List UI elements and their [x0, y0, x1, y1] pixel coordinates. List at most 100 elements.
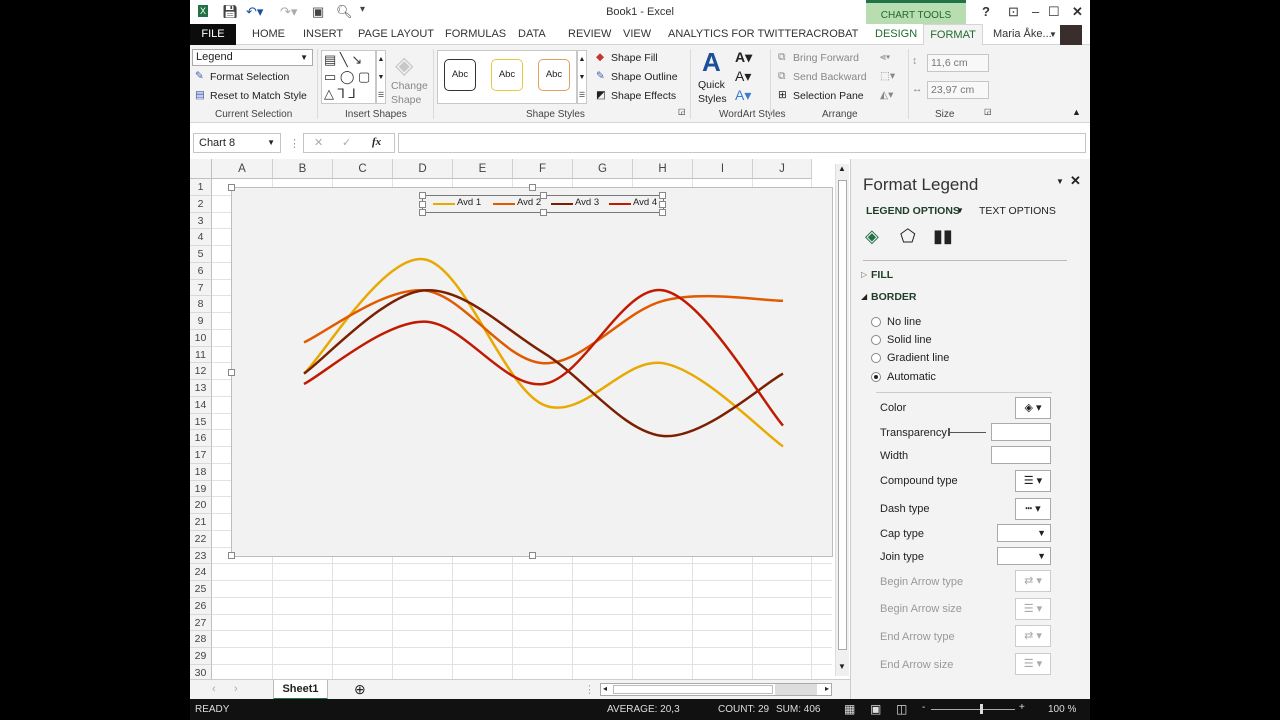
resize-handle[interactable] — [529, 184, 536, 191]
column-header-d[interactable]: D — [393, 159, 453, 179]
tab-legend-options[interactable]: LEGEND OPTIONS — [866, 205, 960, 217]
tab-review[interactable]: REVIEW — [568, 28, 611, 40]
row-header-27[interactable]: 27 — [190, 614, 212, 632]
ribbon-display-button[interactable]: ⊡ — [1008, 4, 1019, 20]
shape-fill-button[interactable]: Shape Fill — [611, 52, 658, 64]
legend-resize-handle[interactable] — [659, 192, 666, 199]
row-header-18[interactable]: 18 — [190, 463, 212, 481]
tab-formulas[interactable]: FORMULAS — [445, 28, 506, 40]
align-icon[interactable]: ⫷▾ — [880, 51, 890, 64]
select-all-button[interactable] — [190, 159, 212, 179]
page-break-view-icon[interactable]: ◫ — [896, 702, 907, 716]
row-header-1[interactable]: 1 — [190, 179, 212, 196]
shape-style-2[interactable]: Abc — [491, 59, 523, 91]
row-header-12[interactable]: 12 — [190, 363, 212, 380]
shape-style-1[interactable]: Abc — [444, 59, 476, 91]
chevron-down-icon[interactable]: ▼ — [956, 206, 964, 215]
row-header-5[interactable]: 5 — [190, 246, 212, 263]
chart-element-dropdown[interactable]: Legend ▼ — [192, 49, 313, 66]
border-section-header[interactable]: BORDER — [871, 291, 917, 303]
radio-no-line[interactable] — [871, 317, 881, 327]
resize-handle[interactable] — [228, 184, 235, 191]
legend-resize-handle[interactable] — [419, 192, 426, 199]
collapse-ribbon-icon[interactable]: ▲ — [1072, 107, 1081, 117]
row-header-9[interactable]: 9 — [190, 313, 212, 330]
join-type-dropdown[interactable]: ▼ — [997, 547, 1051, 565]
end-arrow-size-button[interactable]: ☰ ▾ — [1015, 653, 1051, 675]
legend-resize-handle[interactable] — [659, 209, 666, 216]
legend-resize-handle[interactable] — [419, 201, 426, 208]
normal-view-icon[interactable]: ▦ — [844, 702, 855, 716]
insert-function-button[interactable]: fx — [372, 136, 381, 148]
zoom-slider[interactable] — [931, 709, 1015, 710]
zoom-level[interactable]: 100 % — [1048, 704, 1076, 715]
enter-icon[interactable]: ✓ — [342, 136, 351, 149]
split-grip[interactable]: ⋮ — [584, 683, 595, 696]
solid-line-label[interactable]: Solid line — [887, 334, 932, 346]
quick-styles-button[interactable]: Quick — [698, 79, 725, 91]
size-launcher-icon[interactable]: ◲ — [984, 107, 992, 116]
column-header-c[interactable]: C — [333, 159, 393, 179]
vertical-scrollbar[interactable]: ▲ ▼ — [835, 164, 849, 676]
shapes-gallery-scroll[interactable]: ▲ ▼ ☰ — [376, 50, 386, 104]
begin-arrow-size-button[interactable]: ☰ ▾ — [1015, 598, 1051, 620]
effects-icon[interactable]: ⬠ — [900, 226, 916, 247]
legend-resize-handle[interactable] — [540, 209, 547, 216]
tab-home[interactable]: HOME — [252, 28, 285, 40]
fill-section-header[interactable]: FILL — [871, 269, 893, 281]
text-effects-icon[interactable]: A▾ — [735, 87, 751, 104]
width-input[interactable] — [991, 446, 1051, 464]
resize-handle[interactable] — [228, 369, 235, 376]
rotate-icon[interactable]: ◭▾ — [880, 89, 893, 101]
resize-handle[interactable] — [228, 552, 235, 559]
row-header-25[interactable]: 25 — [190, 581, 212, 598]
next-sheet-icon[interactable]: › — [234, 683, 238, 695]
user-account[interactable]: Maria Åke... — [993, 28, 1052, 40]
column-header-e[interactable]: E — [453, 159, 513, 179]
radio-solid-line[interactable] — [871, 335, 881, 345]
row-header-17[interactable]: 17 — [190, 447, 212, 464]
bring-forward-button[interactable]: Bring Forward — [793, 52, 859, 64]
row-header-11[interactable]: 11 — [190, 346, 212, 364]
row-header-19[interactable]: 19 — [190, 480, 212, 498]
chart-legend[interactable]: Avd 1 Avd 2 Avd 3 Avd 4 — [419, 192, 666, 216]
shape-styles-scroll[interactable]: ▲ ▼ ☰ — [577, 50, 587, 104]
row-header-4[interactable]: 4 — [190, 229, 212, 246]
dash-type-button[interactable]: ┅ ▾ — [1015, 498, 1051, 520]
legend-resize-handle[interactable] — [419, 209, 426, 216]
formula-input[interactable] — [398, 133, 1086, 153]
tab-acrobat[interactable]: ACROBAT — [806, 28, 858, 40]
shape-outline-button[interactable]: Shape Outline — [611, 71, 678, 83]
tab-text-options[interactable]: TEXT OPTIONS — [979, 205, 1056, 217]
legend-resize-handle[interactable] — [659, 201, 666, 208]
selection-pane-button[interactable]: Selection Pane — [793, 90, 864, 102]
row-header-6[interactable]: 6 — [190, 262, 212, 280]
change-shape-button[interactable]: Change — [391, 80, 428, 92]
transparency-slider[interactable] — [948, 432, 986, 433]
zoom-slider-thumb[interactable] — [980, 704, 983, 714]
row-header-23[interactable]: 23 — [190, 547, 212, 565]
column-header-a[interactable]: A — [212, 159, 273, 179]
scroll-down-icon[interactable]: ▼ — [838, 662, 846, 671]
row-header-24[interactable]: 24 — [190, 564, 212, 581]
minimize-button[interactable]: – — [1032, 4, 1039, 19]
scroll-left-icon[interactable]: ◂ — [603, 684, 607, 693]
expand-fill-icon[interactable]: ▷ — [861, 270, 867, 279]
pane-options-icon[interactable]: ▼ — [1056, 177, 1064, 186]
no-line-label[interactable]: No line — [887, 316, 921, 328]
chart-area[interactable]: Avd 1 Avd 2 Avd 3 Avd 4 — [228, 184, 833, 559]
radio-gradient-line[interactable] — [871, 353, 881, 363]
maximize-button[interactable]: ☐ — [1048, 4, 1060, 20]
zoom-out-button[interactable]: - — [922, 702, 925, 713]
column-header-j[interactable]: J — [753, 159, 812, 179]
row-header-7[interactable]: 7 — [190, 279, 212, 297]
row-header-22[interactable]: 22 — [190, 530, 212, 548]
shape-styles-launcher-icon[interactable]: ◲ — [678, 107, 686, 116]
column-header-i[interactable]: I — [693, 159, 753, 179]
cancel-icon[interactable]: ✕ — [314, 136, 323, 149]
tab-page-layout[interactable]: PAGE LAYOUT — [358, 28, 434, 40]
compound-type-button[interactable]: ☰ ▾ — [1015, 470, 1051, 492]
scroll-up-icon[interactable]: ▲ — [838, 164, 846, 173]
cap-type-dropdown[interactable]: ▼ — [997, 524, 1051, 542]
tab-analytics-twitter[interactable]: ANALYTICS FOR TWITTER — [668, 28, 806, 40]
